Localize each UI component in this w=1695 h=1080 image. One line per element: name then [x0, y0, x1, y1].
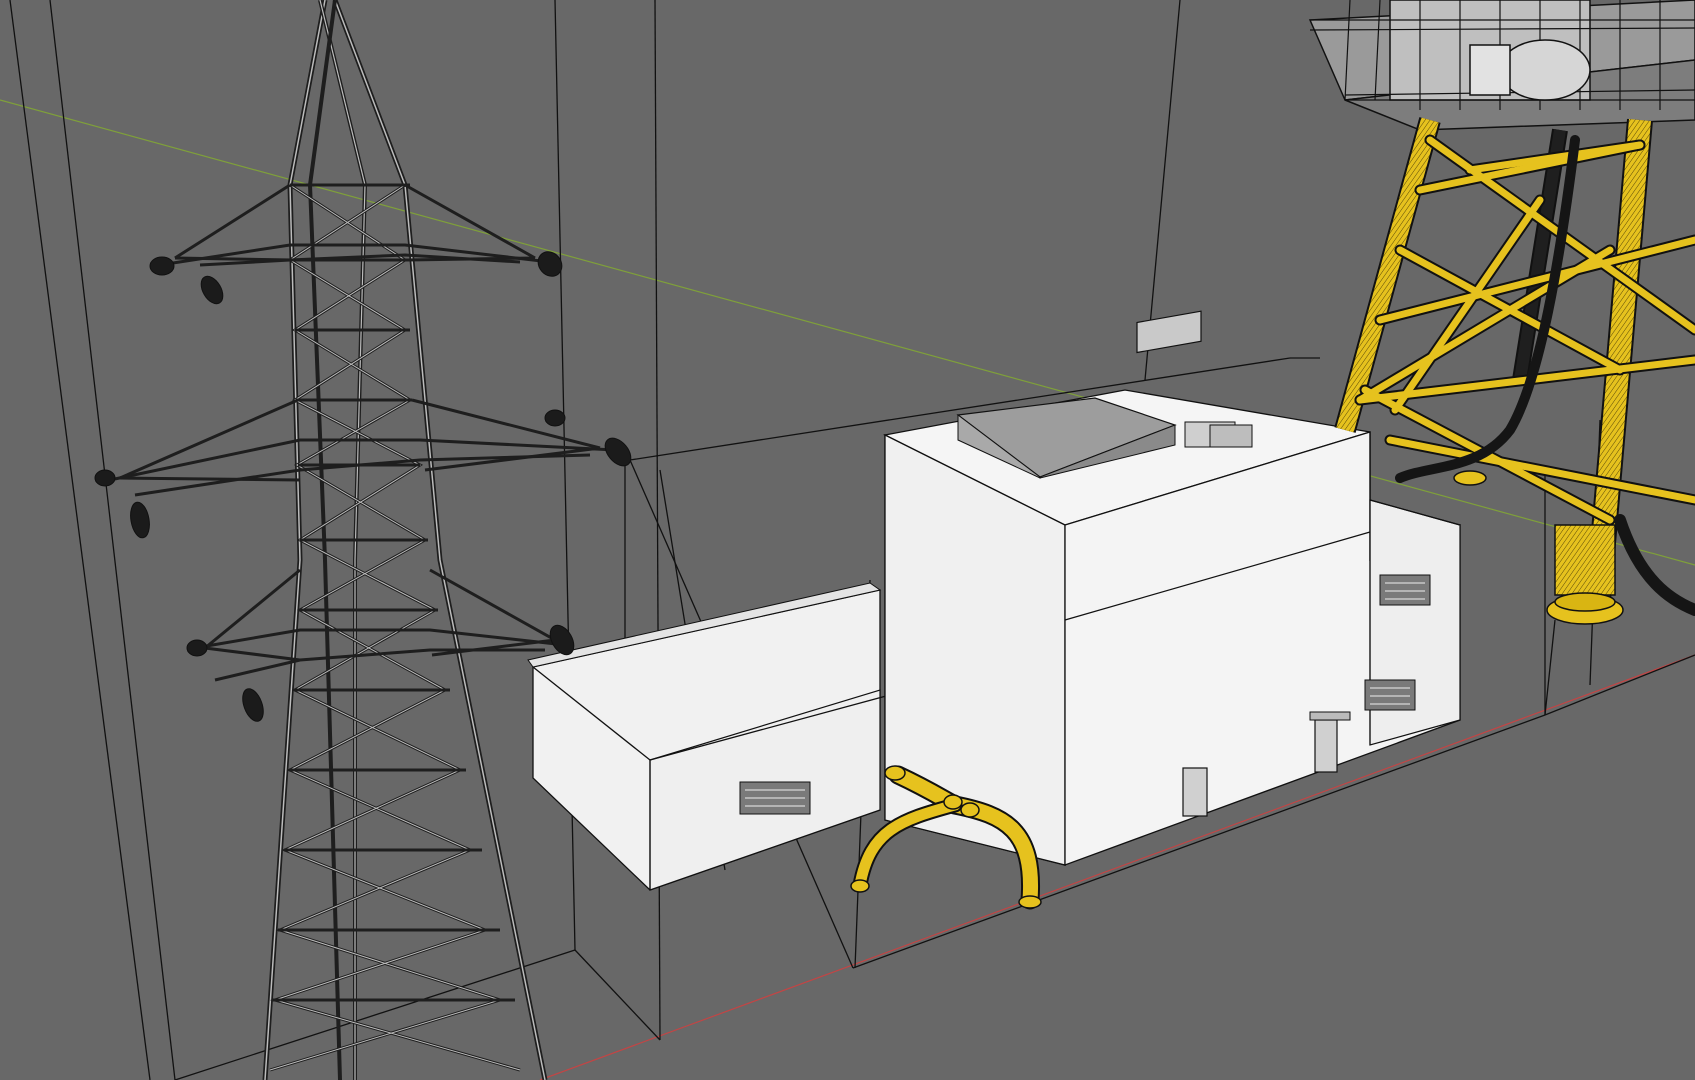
door-front	[1182, 767, 1208, 817]
viewport-canvas[interactable]	[0, 0, 1695, 1080]
vent-grille-3	[1364, 679, 1416, 711]
door-side	[1314, 719, 1338, 773]
3d-viewport[interactable]	[0, 0, 1695, 1080]
vent-grille-2	[1379, 574, 1431, 606]
